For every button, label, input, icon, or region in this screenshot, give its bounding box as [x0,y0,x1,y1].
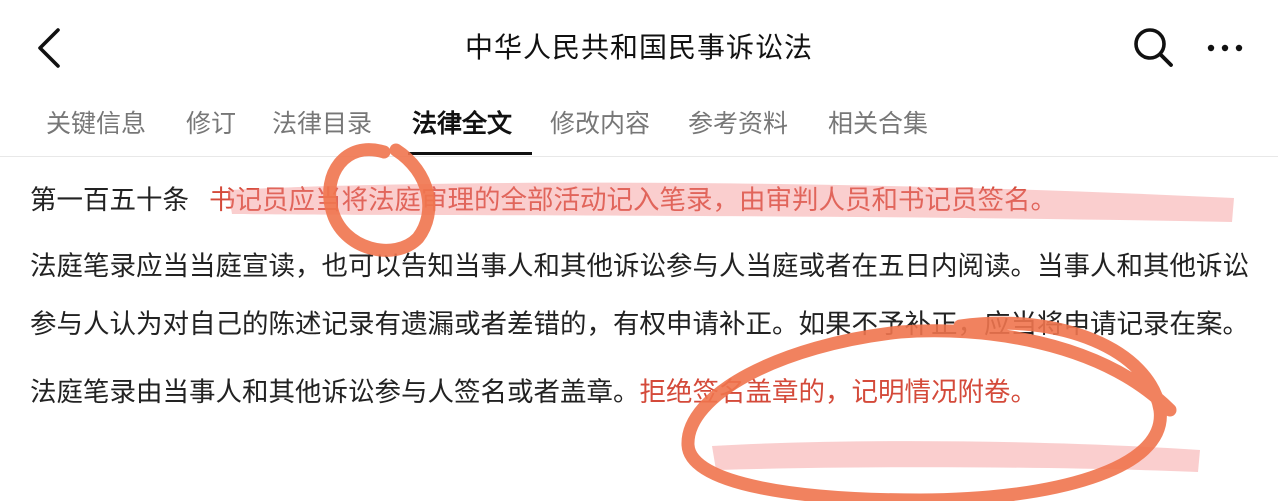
marker-stroke-2 [712,441,1200,472]
top-bar: 中华人民共和国民事诉讼法 [0,0,1278,96]
more-button[interactable] [1200,30,1250,66]
article-paragraph-3: 法庭笔录由当事人和其他诉讼参与人签名或者盖章。拒绝签名盖章的，记明情况附卷。 [30,364,1250,422]
tab-references[interactable]: 参考资料 [688,104,788,140]
law-full-text: 第一百五十条 书记员应当将法庭审理的全部活动记入笔录，由审判人员和书记员签名。 法… [30,160,1250,422]
article-number: 第一百五十条 [30,185,189,216]
highlighted-text-1: 书记员应当将法庭审理的全部活动记入笔录，由审判人员和书记员签名。 [209,185,1057,216]
more-horizontal-icon [1207,44,1243,52]
highlighted-text-2: 拒绝签名盖章的，记明情况附卷。 [639,377,1038,408]
article-paragraph-1: 第一百五十条 书记员应当将法庭审理的全部活动记入笔录，由审判人员和书记员签名。 [30,172,1250,230]
active-tab-indicator [408,152,532,155]
tab-revision[interactable]: 修订 [186,104,236,140]
tab-full-text[interactable]: 法律全文 [412,104,512,140]
tab-key-info[interactable]: 关键信息 [46,104,146,140]
paragraph-3-text: 法庭笔录由当事人和其他诉讼参与人签名或者盖章。 [30,377,640,408]
tab-law-catalog[interactable]: 法律目录 [272,104,372,140]
article-paragraph-2: 法庭笔录应当当庭宣读，也可以告知当事人和其他诉讼参与人当庭或者在五日内阅读。当事… [30,251,1249,340]
tab-bar: 关键信息 修订 法律目录 法律全文 修改内容 参考资料 相关合集 [0,96,1278,157]
tab-related-collections[interactable]: 相关合集 [828,104,928,140]
page-title: 中华人民共和国民事诉讼法 [464,31,813,64]
search-icon [1134,28,1173,67]
search-button[interactable] [1130,24,1176,70]
tab-amendments[interactable]: 修改内容 [550,104,650,140]
